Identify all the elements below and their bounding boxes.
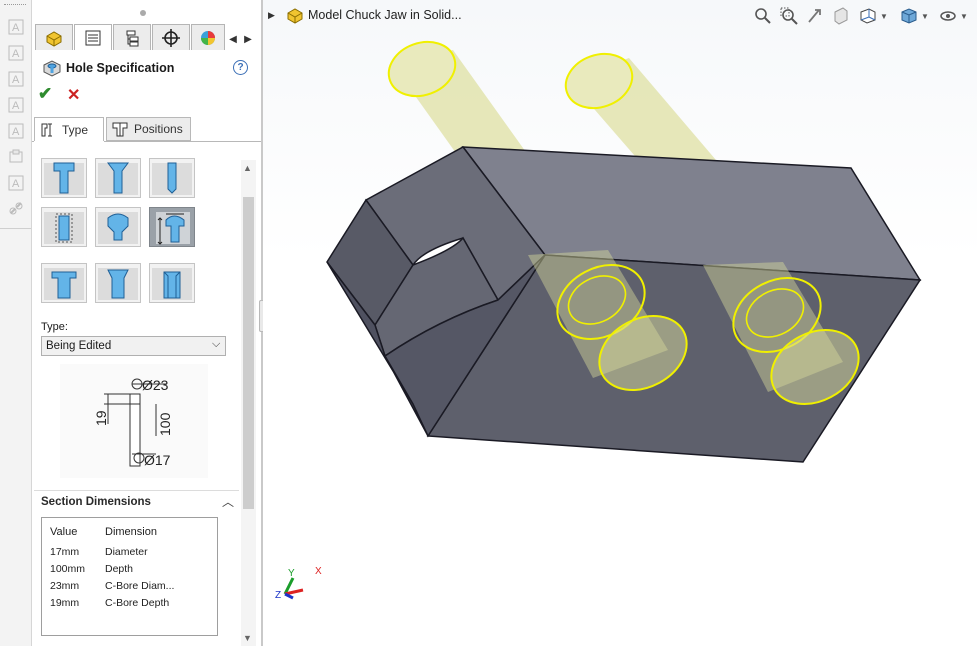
type-label: Type: (41, 321, 68, 333)
display-style-dropdown-icon[interactable]: ▼ (921, 12, 929, 21)
tab-positions[interactable]: Positions (106, 117, 191, 141)
hole-section-svg: Ø23 Ø17 19 100 (93, 377, 173, 468)
counterbore-hole-button[interactable] (41, 158, 87, 198)
part-icon (286, 7, 304, 25)
tab-underline-left (32, 141, 34, 142)
panel-scrollbar-thumb[interactable] (243, 197, 254, 509)
feature-manager-icon[interactable] (35, 24, 73, 50)
chevron-down-icon[interactable]: ⌵ (212, 338, 220, 351)
column-header-dimension: Dimension (105, 526, 157, 538)
weld-icon[interactable] (7, 148, 25, 166)
annotation-icon[interactable]: A (7, 44, 25, 62)
cbore-depth-label: 19 (93, 410, 109, 426)
slot-hole-button[interactable] (149, 263, 195, 303)
table-cell-value[interactable]: 100mm (50, 563, 85, 575)
graphics-area[interactable]: Y X Z (263, 0, 977, 646)
strip-divider (0, 228, 31, 229)
section-view-icon[interactable] (831, 6, 851, 26)
svg-text:A: A (12, 74, 20, 86)
tab-scroll-right-icon[interactable]: ▶ (241, 30, 255, 48)
svg-text:A: A (12, 126, 20, 138)
section-dimensions-table: Value Dimension 17mm Diameter 100mm Dept… (41, 517, 218, 636)
tab-type-label: Type (62, 122, 89, 137)
view-orientation-icon[interactable] (858, 6, 878, 26)
display-style-icon[interactable] (899, 6, 919, 26)
tree-expand-icon[interactable]: ▶ (268, 10, 275, 21)
zoom-area-icon[interactable] (779, 6, 799, 26)
balloon-icon[interactable]: A (7, 70, 25, 88)
pipe-tap-hole-button[interactable] (95, 263, 141, 303)
scroll-down-icon[interactable]: ▼ (243, 633, 252, 643)
ok-button[interactable]: ✔ (38, 84, 52, 104)
table-cell-value[interactable]: 19mm (50, 597, 79, 609)
tapped-hole-button[interactable] (41, 263, 87, 303)
hole-callout-icon[interactable]: A (7, 174, 25, 192)
hole-section-drawing: Ø23 Ø17 19 100 (60, 364, 208, 478)
column-header-value: Value (50, 526, 78, 538)
table-cell-value[interactable]: 23mm (50, 580, 79, 592)
depth-label: 100 (157, 412, 173, 436)
page-title: Hole Specification (66, 61, 175, 75)
view-orientation-dropdown-icon[interactable]: ▼ (880, 12, 888, 21)
command-strip: A A A A A A (0, 0, 32, 646)
zoom-to-fit-icon[interactable] (753, 6, 773, 26)
dim-xpert-icon[interactable] (152, 24, 190, 50)
hide-show-icon[interactable] (938, 6, 958, 26)
table-cell-value[interactable]: 17mm (50, 546, 79, 558)
svg-text:A: A (12, 22, 20, 34)
link-icon[interactable] (7, 200, 25, 218)
tab-scroll-left-icon[interactable]: ◀ (226, 30, 240, 48)
straight-hole-button[interactable] (149, 158, 195, 198)
cancel-button[interactable]: ✕ (67, 85, 80, 105)
hide-show-dropdown-icon[interactable]: ▼ (960, 12, 968, 21)
hole-type-tab-icon (41, 123, 52, 136)
triad-z-label: Z (275, 590, 281, 601)
table-cell-dimension: Depth (105, 563, 134, 575)
hole-wizard-icon (42, 58, 62, 78)
type-select[interactable]: Being Edited (41, 336, 226, 356)
strip-grip[interactable] (4, 4, 26, 5)
help-icon[interactable]: ? (233, 60, 248, 75)
model-view[interactable]: Y X Z (263, 0, 977, 646)
section-dimensions-title: Section Dimensions (41, 496, 151, 508)
counterbore-slot-button[interactable] (41, 207, 87, 247)
collapse-icon[interactable]: ︿ (222, 493, 234, 510)
tab-positions-label: Positions (134, 122, 183, 136)
datum-icon[interactable]: A (7, 122, 25, 140)
countersink-hole-button[interactable] (95, 158, 141, 198)
property-manager-icon[interactable] (74, 24, 112, 50)
configuration-manager-icon[interactable] (113, 24, 151, 50)
table-cell-dimension: C-Bore Diam... (105, 580, 175, 592)
positions-tab-icon (112, 122, 128, 137)
tab-underline (104, 141, 261, 142)
scroll-up-icon[interactable]: ▲ (243, 163, 252, 173)
appearance-icon[interactable] (191, 24, 225, 50)
previous-view-icon[interactable] (805, 6, 825, 26)
triad-y-label: Y (288, 568, 295, 579)
orientation-triad: Y X Z (275, 566, 322, 601)
countersink-slot-button[interactable] (95, 207, 141, 247)
section-divider (34, 490, 239, 491)
svg-text:A: A (12, 178, 20, 190)
text-icon[interactable]: A (7, 18, 25, 36)
panel-grip-dot[interactable] (140, 10, 146, 16)
svg-text:A: A (12, 100, 20, 112)
svg-text:A: A (12, 48, 20, 60)
table-cell-dimension: Diameter (105, 546, 148, 558)
model-name[interactable]: Model Chuck Jaw in Solid... (308, 8, 462, 22)
diameter-label: Ø17 (144, 452, 171, 468)
tab-type[interactable]: Type (34, 117, 104, 141)
legacy-hole-button[interactable] (149, 207, 195, 247)
cbore-diameter-label: Ø23 (142, 377, 169, 393)
table-cell-dimension: C-Bore Depth (105, 597, 170, 609)
surface-finish-icon[interactable]: A (7, 96, 25, 114)
triad-x-label: X (315, 566, 322, 577)
